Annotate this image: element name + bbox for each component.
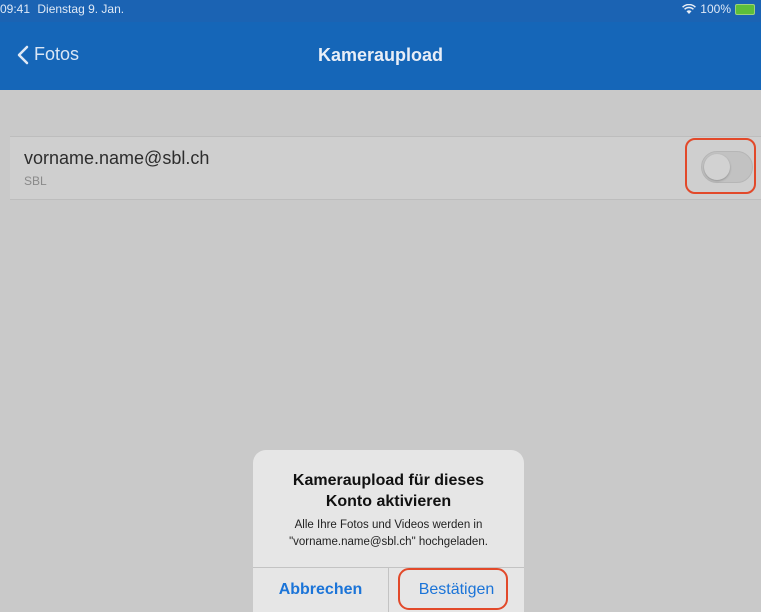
status-left: 09:41 Dienstag 9. Jan.	[0, 2, 128, 16]
battery-icon	[735, 3, 755, 15]
page-title: Kameraupload	[317, 45, 444, 65]
battery-percentage: 100%	[700, 2, 731, 16]
status-bar: 09:41 Dienstag 9. Jan. 100%	[0, 0, 761, 22]
status-date: Dienstag 9. Jan.	[37, 2, 125, 16]
account-organization: SBL	[24, 174, 47, 188]
dialog-message-line2: "vorname.name@sbl.ch" hochgeladen.	[289, 536, 488, 548]
status-right: 100%	[682, 2, 755, 16]
account-row: vorname.name@sbl.ch SBL	[10, 136, 761, 200]
dialog-message-line1: Alle Ihre Fotos und Videos werden in	[294, 519, 483, 531]
navigation-bar: Fotos Kameraupload	[0, 22, 761, 90]
dialog-title-line2: Konto aktivieren	[325, 493, 452, 510]
cancel-button[interactable]: Abbrechen	[253, 568, 388, 612]
status-time: 09:41	[0, 2, 31, 16]
wifi-icon	[682, 3, 697, 14]
dialog-title: Kameraupload für dieses Konto aktivieren	[263, 470, 514, 512]
confirm-highlight-annotation	[398, 568, 508, 610]
camera-upload-toggle[interactable]	[701, 151, 753, 183]
screen: 09:41 Dienstag 9. Jan. 100% Fotos Kamera…	[0, 0, 761, 612]
toggle-knob	[704, 154, 730, 180]
dialog-title-line1: Kameraupload für dieses	[292, 472, 485, 489]
account-email: vorname.name@sbl.ch	[24, 148, 210, 168]
dialog-message: Alle Ihre Fotos und Videos werden in "vo…	[263, 517, 514, 551]
